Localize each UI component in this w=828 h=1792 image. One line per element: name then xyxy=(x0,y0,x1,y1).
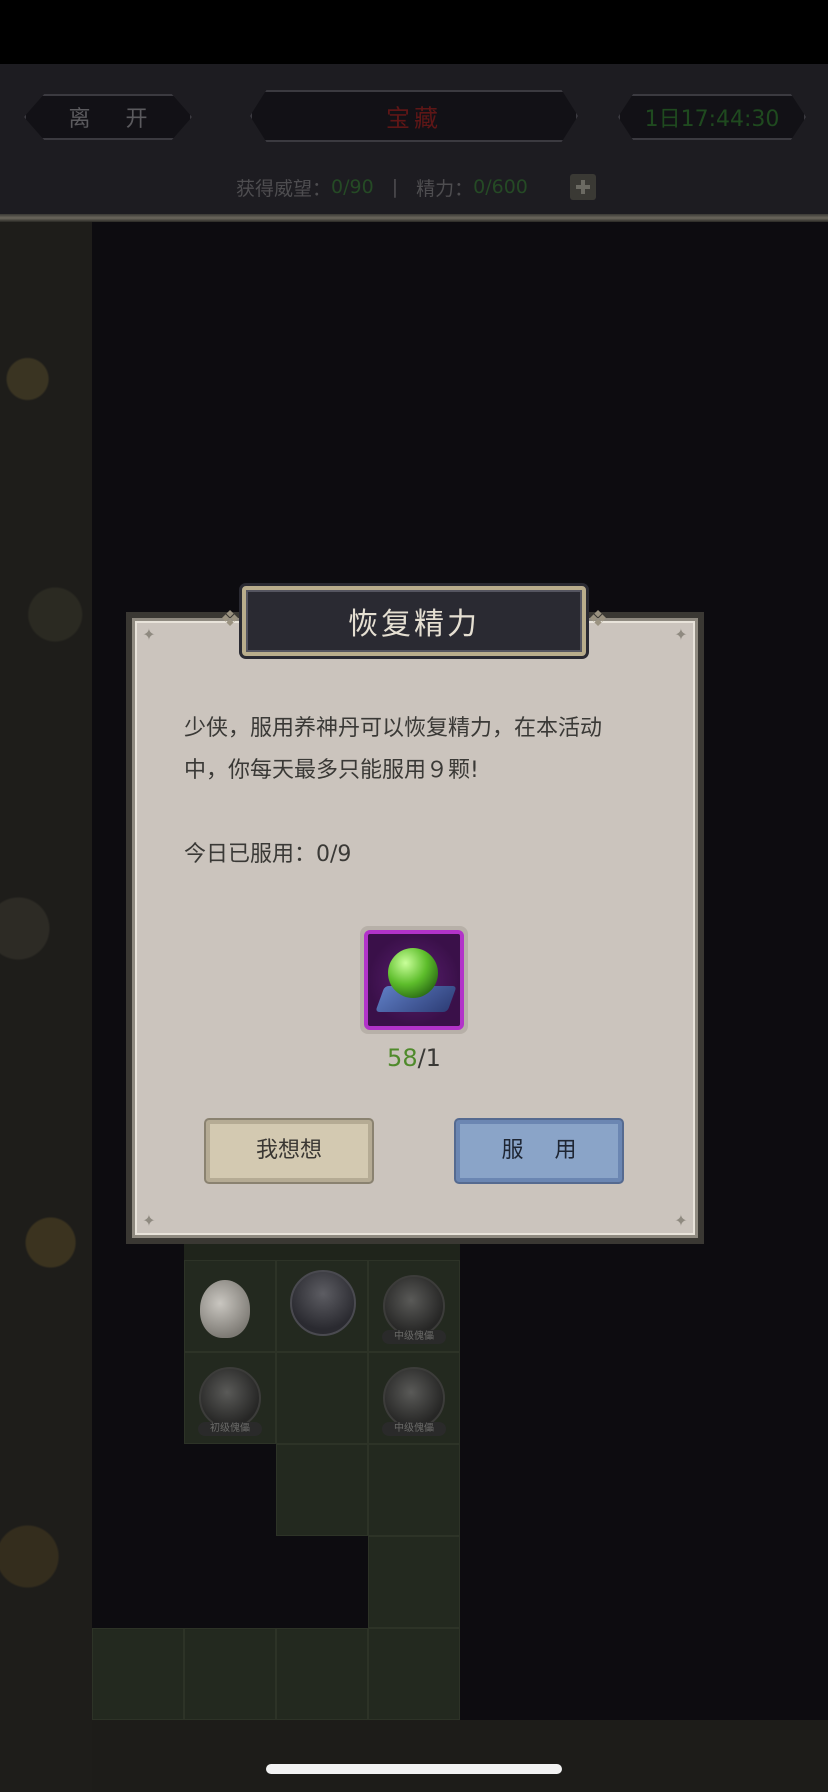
gourd-item-icon[interactable] xyxy=(200,1280,250,1338)
map-cell[interactable] xyxy=(368,1628,460,1720)
resource-row: 获得威望： 0/90 | 精力： 0/600 xyxy=(236,172,596,202)
puppet-enemy-icon[interactable] xyxy=(383,1275,445,1337)
map-cell[interactable] xyxy=(368,1536,460,1628)
item-slot[interactable] xyxy=(360,926,468,1034)
item-rarity-frame xyxy=(364,930,464,1030)
item-required-count: /1 xyxy=(417,1044,441,1072)
map-cell[interactable] xyxy=(276,1352,368,1444)
corner-ornament-icon: ✦ xyxy=(142,1211,156,1230)
use-item-button[interactable]: 服 用 xyxy=(456,1120,622,1182)
map-cell[interactable] xyxy=(92,1628,184,1720)
corner-ornament-icon: ✦ xyxy=(674,1211,688,1230)
home-indicator[interactable] xyxy=(266,1764,562,1774)
leave-button[interactable]: 离 开 xyxy=(24,94,192,140)
energy-value: 0/600 xyxy=(473,176,528,198)
corner-ornament-icon: ✦ xyxy=(674,625,688,644)
spirit-pill-icon xyxy=(388,948,438,998)
used-today-label: 今日已服用： xyxy=(184,842,317,867)
energy-label: 精力： xyxy=(416,177,474,200)
corner-ornament-icon: ✦ xyxy=(142,625,156,644)
page-title-bar: 宝藏 xyxy=(250,90,578,142)
add-energy-icon[interactable] xyxy=(569,174,596,200)
page-title: 宝藏 xyxy=(386,104,442,133)
cancel-button[interactable]: 我想想 xyxy=(206,1120,372,1182)
item-owned-count: 58 xyxy=(387,1044,418,1072)
leave-button-label: 离 开 xyxy=(68,107,162,132)
map-cell[interactable] xyxy=(368,1444,460,1536)
prestige-value: 0/90 xyxy=(331,176,374,198)
enemy-label: 中级傀儡 xyxy=(382,1330,446,1344)
countdown-timer-text: 1日17:44:30 xyxy=(644,107,780,132)
enemy-label: 初级傀儡 xyxy=(198,1422,262,1436)
used-today-row: 今日已服用：0/9 xyxy=(184,836,351,868)
dialog-message: 少侠，服用养神丹可以恢复精力，在本活动中，你每天最多只能服用９颗! xyxy=(184,716,603,783)
dialog-title-plate: 恢复精力 xyxy=(242,586,586,656)
forest-border-left xyxy=(0,222,92,1792)
enemy-label: 中级傀儡 xyxy=(382,1422,446,1436)
forest-border-bottom xyxy=(92,1720,828,1792)
map-cell[interactable] xyxy=(184,1628,276,1720)
prestige-label: 获得威望： xyxy=(236,177,332,200)
puppet-enemy-icon[interactable] xyxy=(383,1367,445,1429)
title-ornament-right-icon: ❖ xyxy=(588,607,608,632)
item-count: 58/1 xyxy=(360,1044,468,1072)
player-avatar-token[interactable] xyxy=(290,1270,356,1336)
used-today-value: 0/9 xyxy=(316,842,352,867)
countdown-timer: 1日17:44:30 xyxy=(618,94,806,140)
fog-of-war xyxy=(92,1444,276,1628)
dialog-title: 恢复精力 xyxy=(348,607,480,642)
map-cell[interactable] xyxy=(276,1444,368,1536)
stat-separator: | xyxy=(391,176,399,198)
status-bar xyxy=(0,0,828,64)
fog-of-war xyxy=(276,1536,368,1628)
map-cell[interactable] xyxy=(276,1628,368,1720)
title-ornament-left-icon: ❖ xyxy=(220,607,240,632)
puppet-enemy-icon[interactable] xyxy=(199,1367,261,1429)
hud-divider xyxy=(0,214,828,222)
